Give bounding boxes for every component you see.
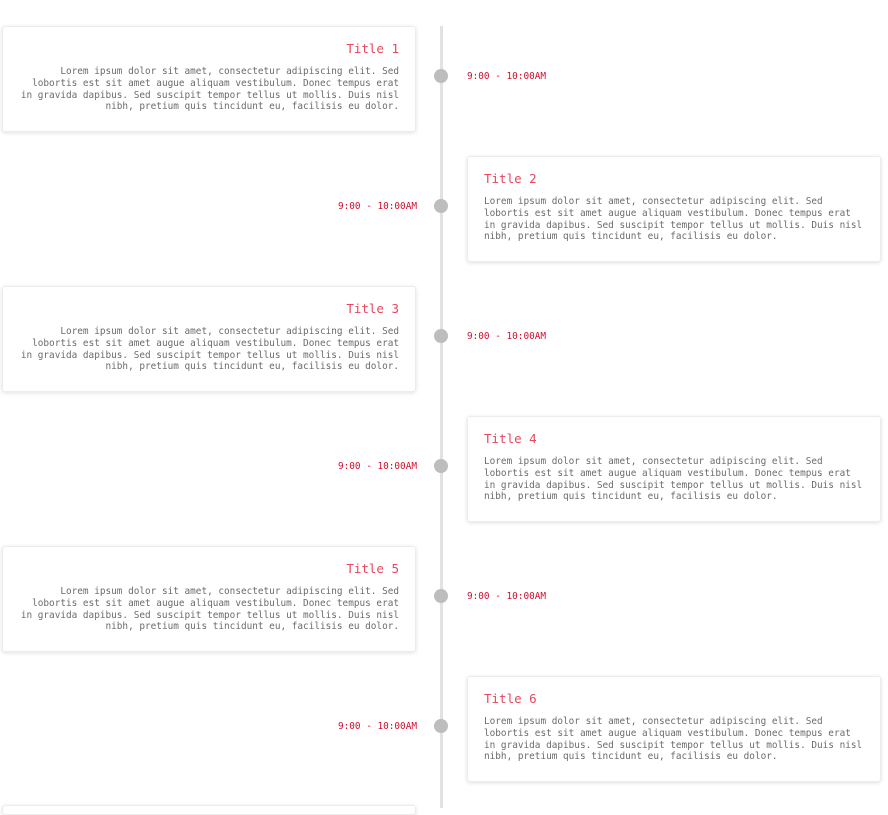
timeline-dot [434,69,448,83]
card-title: Title 5 [346,561,399,576]
event-time: 9:00 - 10:00AM [337,721,417,732]
event-time: 9:00 - 10:00AM [337,461,417,472]
event-time: 9:00 - 10:00AM [467,591,547,602]
card-title: Title 3 [346,301,399,316]
timeline-dot [434,589,448,603]
timeline-card-6: Title 6 Lorem ipsum dolor sit amet, cons… [467,676,881,782]
card-title: Title 6 [484,691,537,706]
card-title: Title 2 [484,171,537,186]
event-time: 9:00 - 10:00AM [467,71,547,82]
card-text: Lorem ipsum dolor sit amet, consectetur … [20,586,399,633]
event-time: 9:00 - 10:00AM [337,201,417,212]
card-title: Title 4 [484,431,537,446]
timeline-dot [434,719,448,733]
timeline-card-5: Title 5 Lorem ipsum dolor sit amet, cons… [2,546,416,652]
timeline-card-4: Title 4 Lorem ipsum dolor sit amet, cons… [467,416,881,522]
card-text: Lorem ipsum dolor sit amet, consectetur … [484,456,863,503]
timeline-card-1: Title 1 Lorem ipsum dolor sit amet, cons… [2,26,416,132]
card-text: Lorem ipsum dolor sit amet, consectetur … [484,716,863,763]
card-text: Lorem ipsum dolor sit amet, consectetur … [20,66,399,113]
timeline-axis [440,26,443,808]
event-time: 9:00 - 10:00AM [467,331,547,342]
card-title: Title 1 [346,41,399,56]
timeline-dot [434,199,448,213]
timeline-card-partial [2,805,416,815]
timeline-dot [434,329,448,343]
card-text: Lorem ipsum dolor sit amet, consectetur … [484,196,863,243]
card-text: Lorem ipsum dolor sit amet, consectetur … [20,326,399,373]
timeline-dot [434,459,448,473]
timeline: Title 1 Lorem ipsum dolor sit amet, cons… [0,0,888,815]
timeline-card-2: Title 2 Lorem ipsum dolor sit amet, cons… [467,156,881,262]
timeline-card-3: Title 3 Lorem ipsum dolor sit amet, cons… [2,286,416,392]
